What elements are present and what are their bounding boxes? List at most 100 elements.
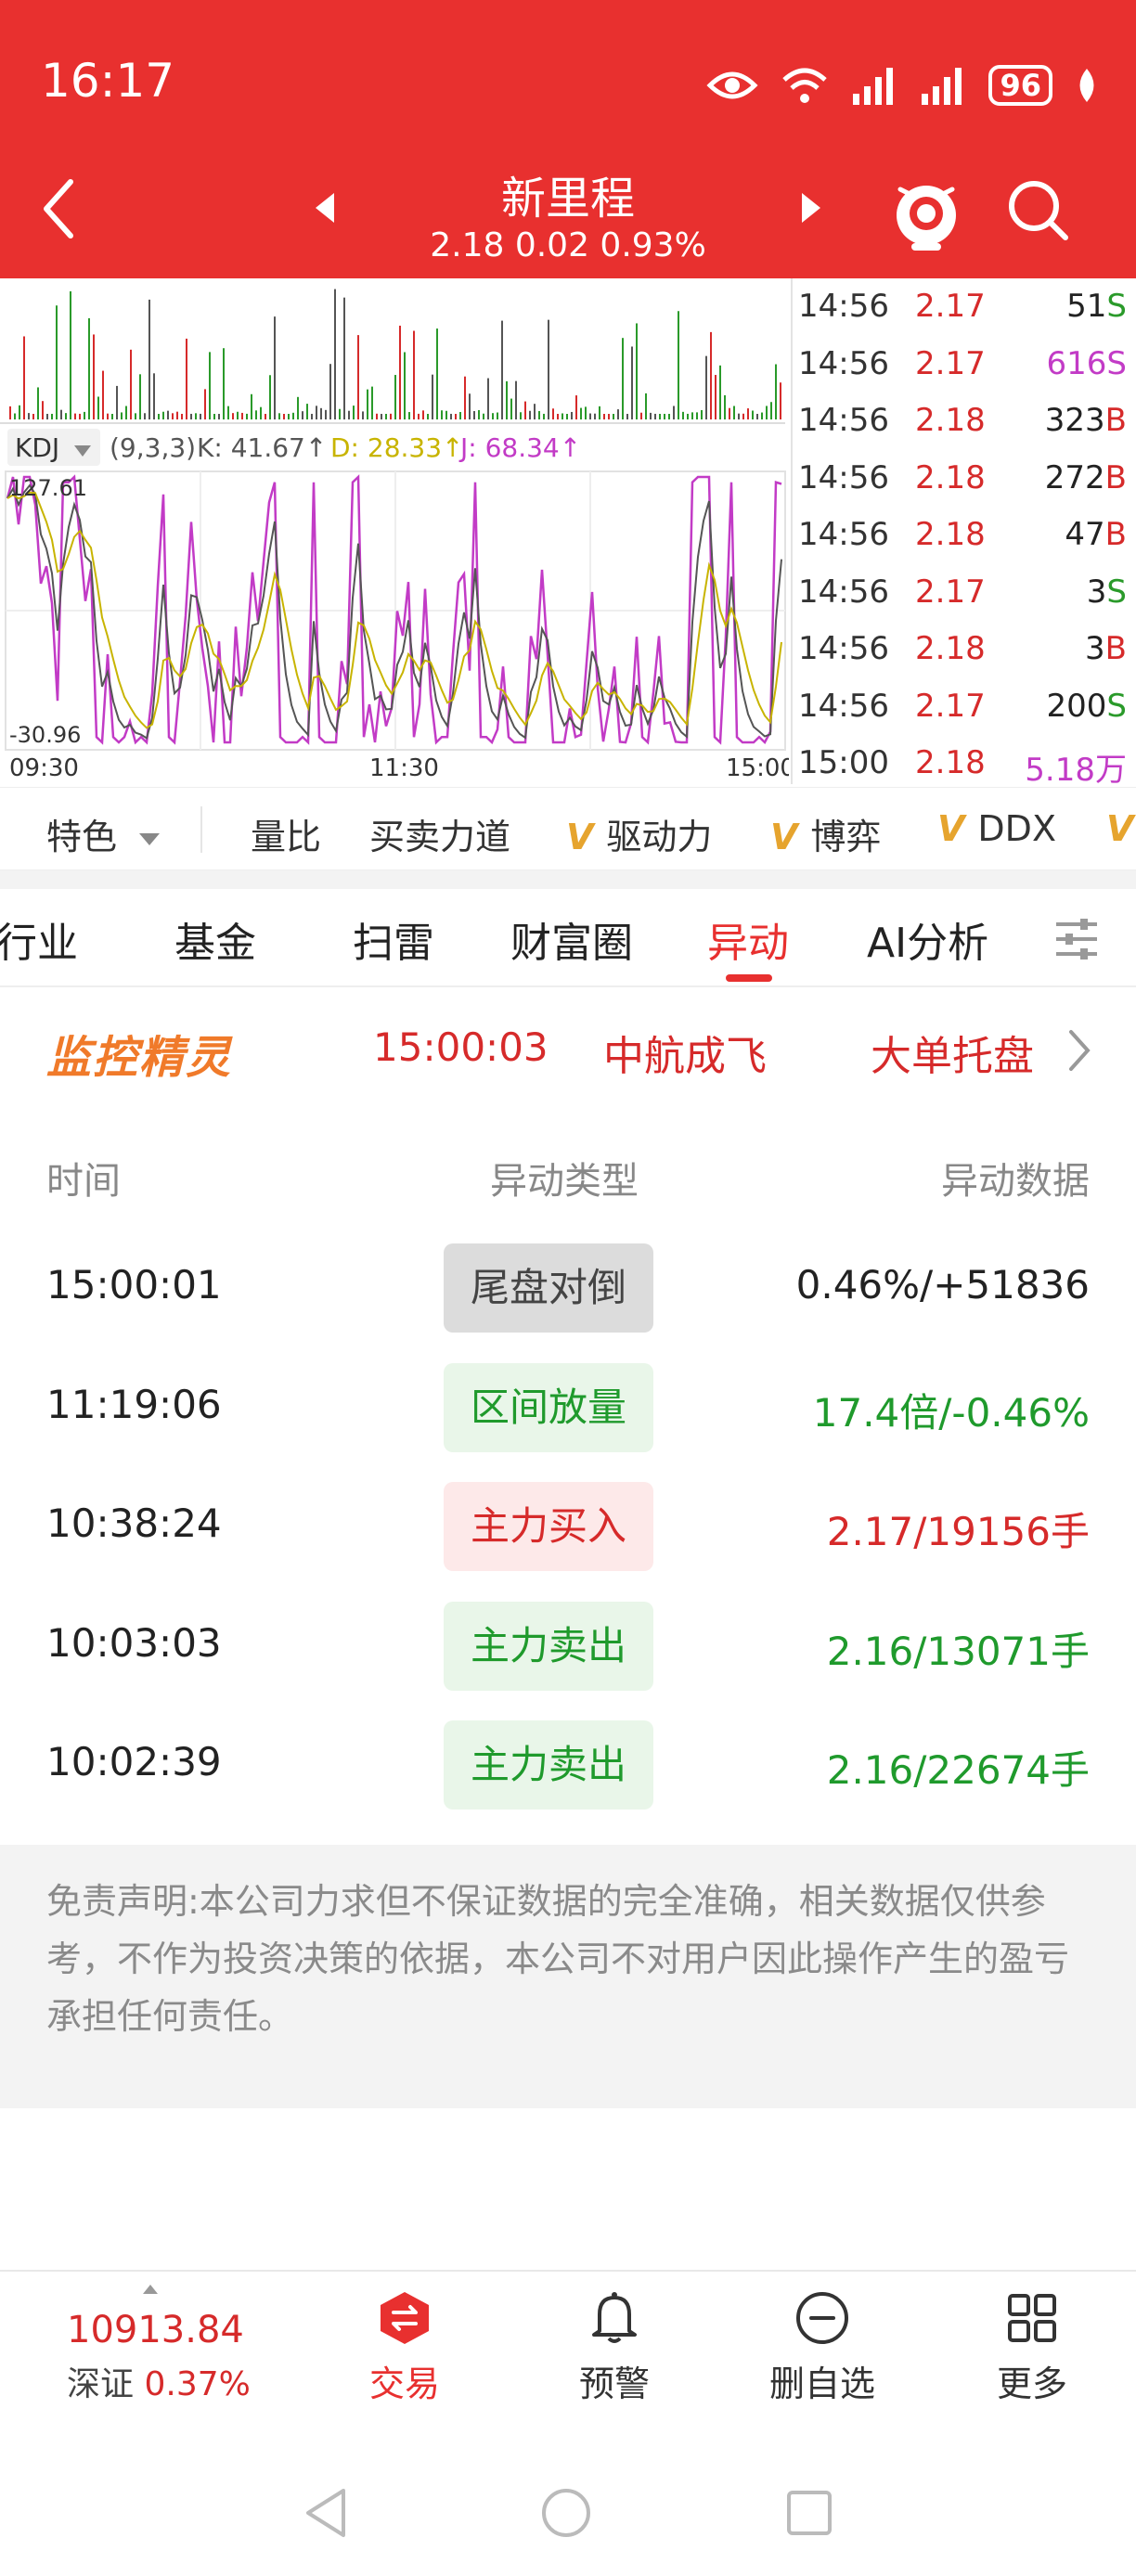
tick-price: 2.18 <box>915 458 986 496</box>
tab-risk-scan[interactable]: 扫雷 <box>353 909 434 969</box>
tick-row: 15:00 2.18 5.18万 <box>793 735 1136 792</box>
vip-icon: V <box>770 817 798 857</box>
volume-bar <box>742 413 744 419</box>
volume-bar <box>747 408 749 419</box>
kdj-chart-panel[interactable]: KDJ (9,3,3) K: 41.67↑ D: 28.33↑ J: 68.34… <box>0 278 795 784</box>
tick-price: 2.18 <box>915 630 986 667</box>
volume-bar <box>487 378 489 419</box>
volume-bar <box>139 374 141 419</box>
volume-bar <box>710 331 712 419</box>
system-home-icon[interactable] <box>540 2487 592 2539</box>
index-value[interactable]: 10913.84 <box>67 2309 244 2351</box>
system-nav-bar <box>0 2446 1136 2576</box>
tick-time: 14:56 <box>798 402 889 439</box>
row-time: 11:19:06 <box>46 1381 222 1427</box>
nav-trade[interactable]: 交易 <box>330 2290 479 2406</box>
monitor-banner[interactable]: 监控精灵 15:00:03 中航成飞 大单托盘 <box>0 989 1136 1110</box>
tab-buy-sell-force[interactable]: 买卖力道 <box>369 808 510 859</box>
volume-bar <box>506 380 508 419</box>
tab-special-label: 特色 <box>46 817 118 857</box>
volume-bar <box>158 413 160 419</box>
row-time: 10:02:39 <box>46 1739 222 1784</box>
volume-bar <box>668 413 670 419</box>
tick-volume: 47B <box>1065 516 1127 553</box>
tick-volume-value: 200 <box>1046 687 1107 725</box>
tab-settings-icon[interactable] <box>1052 915 1101 963</box>
tab-game[interactable]: V 博弈 <box>770 808 881 859</box>
table-row[interactable]: 10:38:24 主力买入 2.17/19156手 <box>0 1469 1136 1588</box>
volume-bar <box>501 320 503 419</box>
tab-fund[interactable]: 基金 <box>174 909 256 969</box>
tab-volume-ratio[interactable]: 量比 <box>251 808 321 859</box>
volume-bar <box>130 349 132 419</box>
volume-bar <box>654 413 656 419</box>
time-label-close: 15:00 <box>726 754 789 782</box>
tab-special[interactable]: 特色 <box>46 808 161 859</box>
volume-bar <box>520 412 522 419</box>
table-row[interactable]: 10:03:03 主力卖出 2.16/13071手 <box>0 1589 1136 1707</box>
row-data: 17.4倍/-0.46% <box>812 1389 1090 1436</box>
grid-icon <box>1008 2294 1056 2342</box>
volume-bar <box>766 406 768 419</box>
mascot-icon[interactable] <box>891 173 962 251</box>
system-back-icon[interactable] <box>303 2487 349 2539</box>
volume-bar <box>678 311 679 419</box>
volume-bar <box>626 414 628 419</box>
tick-row: 14:56 2.18 272B <box>793 450 1136 508</box>
tick-side: B <box>1104 516 1127 553</box>
monitor-stock: 中航成飞 <box>603 1033 767 1080</box>
volume-bar <box>580 407 582 419</box>
tick-volume-value: 616 <box>1046 344 1107 382</box>
kdj-chart[interactable]: KDJ (9,3,3) K: 41.67↑ D: 28.33↑ J: 68.34… <box>0 278 795 784</box>
nav-alert[interactable]: 预警 <box>540 2290 689 2406</box>
volume-bar <box>153 373 155 419</box>
tab-ai-analysis[interactable]: AI分析 <box>867 909 988 969</box>
volume-bar <box>473 411 475 419</box>
tab-wealth-circle[interactable]: 财富圈 <box>510 909 633 969</box>
volume-bar <box>761 412 763 419</box>
volume-bar <box>320 407 322 419</box>
volume-bar <box>441 410 443 419</box>
volume-bar <box>394 375 396 419</box>
system-recents-icon[interactable] <box>785 2489 833 2537</box>
volume-bar <box>589 413 591 419</box>
volume-bar <box>464 376 466 419</box>
tick-list[interactable]: 14:56 2.17 51S 14:56 2.17 616S 14:56 2.18 323B 14… <box>791 278 1136 789</box>
table-row[interactable]: 11:19:06 区间放量 17.4倍/-0.46% <box>0 1350 1136 1469</box>
volume-bar <box>125 406 127 419</box>
volume-bar <box>14 413 16 419</box>
volume-bar <box>223 348 225 419</box>
volume-bar <box>557 413 559 419</box>
volume-bar <box>562 413 563 419</box>
volume-bar <box>204 389 206 419</box>
tab-driving-force[interactable]: V 驱动力 <box>566 808 712 859</box>
volume-bar <box>56 305 58 419</box>
nav-remove-watchlist[interactable]: 删自选 <box>748 2290 897 2406</box>
tick-price: 2.17 <box>915 687 986 725</box>
volume-bar <box>603 414 605 419</box>
chevron-right-icon[interactable] <box>1067 1028 1091 1073</box>
table-row[interactable]: 10:02:39 主力卖出 2.16/22674手 <box>0 1707 1136 1826</box>
tab-ddx[interactable]: V DDX <box>937 808 1056 849</box>
tab-industry[interactable]: 行业 <box>0 909 78 969</box>
volume-bar <box>715 375 716 419</box>
tick-row: 14:56 2.17 51S <box>793 278 1136 336</box>
tick-side: B <box>1104 458 1127 496</box>
table-row[interactable]: 15:00:01 尾盘对倒 0.46%/+51836 <box>0 1230 1136 1349</box>
time-label-open: 09:30 <box>9 754 79 782</box>
tab-anomaly[interactable]: 异动 <box>707 909 789 969</box>
volume-bar <box>283 413 285 419</box>
tick-volume-value: 5.18万 <box>1025 752 1127 789</box>
tab-more-partial[interactable]: V <box>1106 808 1136 849</box>
volume-bar <box>97 396 99 419</box>
volume-bar <box>148 299 150 419</box>
tick-volume: 5.18万 <box>1025 744 1127 790</box>
indicator-label[interactable]: KDJ <box>15 432 59 463</box>
index-summary[interactable]: 深证 0.37% <box>67 2357 251 2405</box>
next-stock-icon[interactable] <box>796 191 824 225</box>
search-icon[interactable] <box>1006 178 1071 243</box>
volume-bar <box>121 412 123 419</box>
volume-bar <box>780 382 781 419</box>
nav-more[interactable]: 更多 <box>958 2290 1106 2406</box>
volume-bar <box>28 413 30 419</box>
